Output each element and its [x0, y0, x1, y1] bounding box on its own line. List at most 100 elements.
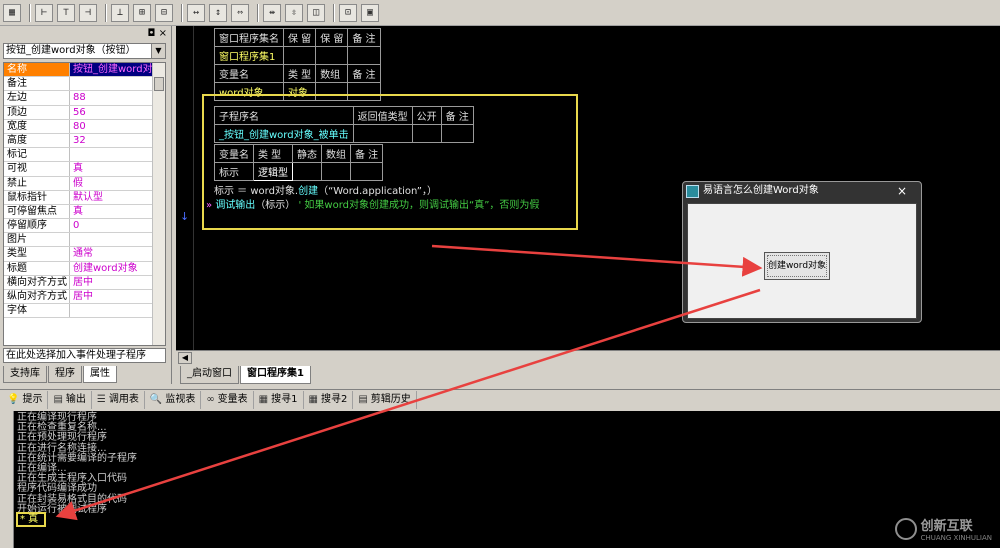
- object-combo[interactable]: 按钮_创建word对象（按钮） ▼: [3, 43, 166, 59]
- property-value[interactable]: 0: [70, 219, 165, 232]
- table-cell[interactable]: 子程序名: [214, 106, 354, 125]
- scroll-left-icon[interactable]: ◀: [178, 352, 192, 364]
- property-value[interactable]: 真: [70, 205, 165, 218]
- property-row[interactable]: 标记: [4, 148, 165, 163]
- property-value[interactable]: 居中: [70, 276, 165, 289]
- table-cell[interactable]: [321, 162, 351, 181]
- horizontal-scrollbar[interactable]: ◀: [176, 350, 1000, 364]
- event-combo[interactable]: 在此处选择加入事件处理子程序: [3, 348, 166, 363]
- property-value[interactable]: 居中: [70, 290, 165, 303]
- table-cell[interactable]: 窗口程序集1: [214, 46, 284, 65]
- property-value[interactable]: 80: [70, 120, 165, 133]
- property-value[interactable]: 假: [70, 177, 165, 190]
- property-row[interactable]: 纵向对齐方式 居中: [4, 290, 165, 305]
- close-icon[interactable]: ×: [159, 28, 167, 39]
- property-row[interactable]: 可视真: [4, 162, 165, 177]
- property-value[interactable]: [70, 304, 165, 317]
- property-row[interactable]: 名称 按钮_创建word对象: [4, 63, 165, 78]
- table-cell[interactable]: _按钮_创建word对象_被单击: [214, 124, 354, 143]
- table-cell[interactable]: 保 留: [282, 28, 317, 47]
- property-value[interactable]: 56: [70, 106, 165, 119]
- table-cell[interactable]: 保 留: [315, 28, 349, 47]
- grid-icon[interactable]: ▦: [3, 3, 21, 22]
- table-cell[interactable]: [352, 124, 413, 143]
- close-icon[interactable]: ×: [897, 182, 907, 200]
- table-cell[interactable]: 备 注: [347, 64, 381, 83]
- property-row[interactable]: 图片: [4, 233, 165, 248]
- table-cell[interactable]: [347, 46, 381, 65]
- table-cell[interactable]: 类 型: [282, 64, 317, 83]
- table-cell[interactable]: 逻辑型: [253, 162, 293, 181]
- table-cell[interactable]: 变量名: [214, 144, 254, 163]
- align-middle-icon[interactable]: ⊞: [133, 3, 151, 22]
- tab-watch[interactable]: 🔍 监视表: [145, 390, 202, 409]
- property-value[interactable]: 默认型: [70, 191, 165, 204]
- pin-icon[interactable]: ◘: [148, 28, 156, 39]
- table-cell[interactable]: [411, 124, 442, 143]
- property-value[interactable]: [70, 77, 165, 90]
- code-line-1[interactable]: 标示 ＝ word对象.创建（“Word.application”，）: [214, 182, 437, 197]
- v-space-icon[interactable]: ⇳: [285, 3, 303, 22]
- tab-clip-history[interactable]: ▤ 剪辑历史: [353, 390, 417, 409]
- table-cell[interactable]: 标示: [214, 162, 254, 181]
- table-cell[interactable]: 窗口程序集名: [214, 28, 284, 47]
- table-cell[interactable]: 返回值类型: [352, 106, 413, 125]
- property-value[interactable]: [70, 233, 165, 246]
- tab-variable[interactable]: ∞ 变量表: [201, 390, 254, 409]
- align-center-icon[interactable]: ⊤: [57, 3, 75, 22]
- property-row[interactable]: 左边 88: [4, 91, 165, 106]
- table-cell[interactable]: 变量名: [214, 64, 284, 83]
- tab-search2[interactable]: ▦ 搜寻2: [304, 390, 354, 409]
- table-cell[interactable]: 备 注: [440, 106, 474, 125]
- property-row[interactable]: 禁止假: [4, 176, 165, 191]
- property-value[interactable]: 32: [70, 134, 165, 147]
- property-value[interactable]: 真: [70, 162, 165, 175]
- tab-tip[interactable]: 💡 提示: [2, 390, 49, 409]
- table-cell[interactable]: [315, 46, 349, 65]
- tab-output[interactable]: ▤ 输出: [48, 390, 92, 409]
- property-row[interactable]: 字体: [4, 304, 165, 319]
- property-row[interactable]: 高度 32: [4, 133, 165, 149]
- property-value[interactable]: 通常: [70, 247, 165, 260]
- same-width-icon[interactable]: ↔: [187, 3, 205, 22]
- scroll-thumb[interactable]: [154, 77, 164, 91]
- table-cell[interactable]: 静态: [292, 144, 322, 163]
- tab-search1[interactable]: ▦ 搜寻1: [254, 390, 304, 409]
- property-scrollbar[interactable]: [152, 63, 165, 345]
- align-left-icon[interactable]: ⊢: [35, 3, 53, 22]
- same-size-icon[interactable]: ⇔: [231, 3, 249, 22]
- tab-support-lib[interactable]: 支持库: [3, 366, 47, 383]
- tab-properties[interactable]: 属性: [83, 366, 117, 383]
- property-row[interactable]: 停留顺序 0: [4, 219, 165, 234]
- code-line-2[interactable]: » 调试输出（标示） ' 如果word对象创建成功，则调试输出“真”，否则为假: [206, 196, 539, 211]
- tab-window-assembly[interactable]: 窗口程序集1: [240, 366, 311, 384]
- table-cell[interactable]: [282, 46, 317, 65]
- property-row[interactable]: 鼠标指针 默认型: [4, 190, 165, 205]
- property-row[interactable]: 顶边 56: [4, 105, 165, 120]
- tab-program[interactable]: 程序: [48, 366, 82, 383]
- table-cell[interactable]: 类 型: [253, 144, 293, 163]
- property-row[interactable]: 可停留焦点真: [4, 204, 165, 220]
- chevron-down-icon[interactable]: ▼: [151, 44, 165, 58]
- property-value[interactable]: 按钮_创建word对象: [70, 63, 165, 77]
- table-cell[interactable]: [440, 124, 474, 143]
- table-cell[interactable]: 公开: [411, 106, 442, 125]
- property-value[interactable]: [70, 148, 165, 161]
- property-value[interactable]: 88: [70, 91, 165, 104]
- property-row[interactable]: 宽度 80: [4, 119, 165, 134]
- align-bottom-icon[interactable]: ⊟: [155, 3, 173, 22]
- property-value[interactable]: 创建word对象: [70, 262, 165, 275]
- tab-startup-window[interactable]: _启动窗口: [180, 366, 239, 384]
- property-row[interactable]: 横向对齐方式 居中: [4, 275, 165, 290]
- align-right-icon[interactable]: ⊣: [79, 3, 97, 22]
- table-cell[interactable]: 数组: [321, 144, 351, 163]
- property-row[interactable]: 标题 创建word对象: [4, 261, 165, 276]
- front-icon[interactable]: ▣: [361, 3, 379, 22]
- tab-call-table[interactable]: ☰ 调用表: [92, 390, 145, 409]
- h-space-icon[interactable]: ⇹: [263, 3, 281, 22]
- create-word-button[interactable]: 创建word对象: [764, 252, 830, 280]
- center-h-icon[interactable]: ◫: [307, 3, 325, 22]
- property-row[interactable]: 类型 通常: [4, 247, 165, 262]
- center-v-icon[interactable]: ⊡: [339, 3, 357, 22]
- table-cell[interactable]: 备 注: [349, 144, 384, 163]
